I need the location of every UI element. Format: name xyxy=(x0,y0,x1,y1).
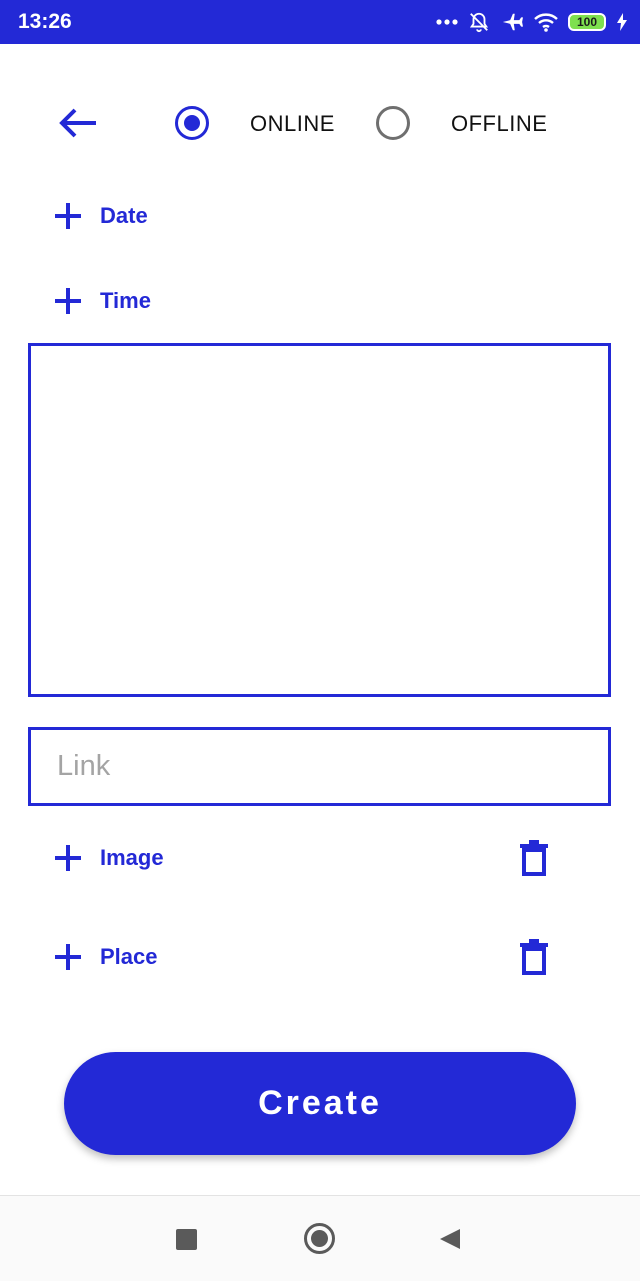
delete-place-trash-icon[interactable] xyxy=(519,939,549,975)
description-textarea[interactable] xyxy=(28,343,611,697)
battery-icon: 100 xyxy=(568,13,606,31)
link-input[interactable] xyxy=(28,727,611,806)
plus-icon xyxy=(54,844,82,872)
charging-icon xyxy=(617,13,627,31)
status-bar: 13:26 100 xyxy=(0,0,640,44)
online-radio[interactable] xyxy=(175,106,209,140)
add-date-button[interactable]: Date xyxy=(54,196,148,236)
online-radio-label[interactable]: ONLINE xyxy=(250,111,335,137)
add-image-button[interactable]: Image xyxy=(54,838,164,878)
status-time: 13:26 xyxy=(18,10,72,33)
plus-icon xyxy=(54,943,82,971)
offline-radio[interactable] xyxy=(376,106,410,140)
offline-radio-label[interactable]: OFFLINE xyxy=(451,111,547,137)
add-place-label: Place xyxy=(100,944,158,969)
nav-back-icon[interactable] xyxy=(438,1227,462,1251)
home-icon[interactable] xyxy=(304,1223,335,1254)
back-arrow-icon[interactable] xyxy=(58,106,100,140)
add-image-label: Image xyxy=(100,845,164,870)
add-time-button[interactable]: Time xyxy=(54,281,151,321)
status-icons: 100 xyxy=(436,8,628,36)
plus-icon xyxy=(54,202,82,230)
add-date-label: Date xyxy=(100,203,148,228)
delete-image-trash-icon[interactable] xyxy=(519,840,549,876)
more-dots-icon xyxy=(436,19,458,25)
recent-apps-icon[interactable] xyxy=(176,1229,197,1250)
bell-off-icon xyxy=(469,12,489,33)
airplane-icon xyxy=(502,13,523,31)
plus-icon xyxy=(54,287,82,315)
create-button[interactable]: Create xyxy=(64,1052,576,1155)
add-time-label: Time xyxy=(100,288,151,313)
add-place-button[interactable]: Place xyxy=(54,937,158,977)
wifi-icon xyxy=(534,13,558,32)
system-nav-bar xyxy=(0,1195,640,1281)
